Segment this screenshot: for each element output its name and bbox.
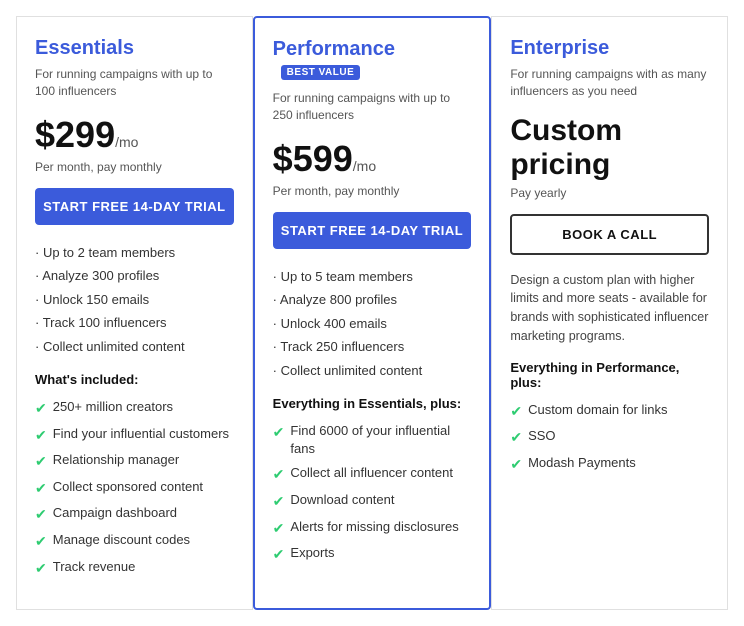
bullet-feature: Track 250 influencers (273, 335, 472, 359)
cta-button-essentials[interactable]: START FREE 14-DAY TRIAL (35, 188, 234, 225)
price-amount-essentials: $299 (35, 114, 115, 155)
check-feature: ✔Find 6000 of your influential fans (273, 419, 472, 461)
included-label-performance: Everything in Essentials, plus: (273, 396, 472, 411)
check-feature-label: Manage discount codes (53, 531, 190, 549)
plan-name-essentials: Essentials (35, 37, 234, 60)
plan-essentials: Essentials For running campaigns with up … (16, 16, 253, 610)
check-icon: ✔ (35, 426, 47, 446)
check-icon: ✔ (510, 455, 522, 475)
bullet-feature: Up to 5 team members (273, 265, 472, 289)
check-icon: ✔ (273, 545, 285, 565)
check-feature-label: Download content (290, 491, 394, 509)
cta-button-performance[interactable]: START FREE 14-DAY TRIAL (273, 212, 472, 249)
plan-name-performance: PerformanceBEST VALUE (273, 38, 472, 84)
check-icon: ✔ (273, 423, 285, 443)
everything-label: Everything in Performance, plus: (510, 360, 709, 390)
bullet-feature: Collect unlimited content (35, 335, 234, 359)
check-feature: ✔ Collect all influencer content (273, 461, 472, 488)
check-icon: ✔ (35, 559, 47, 579)
bullet-feature: Analyze 300 profiles (35, 264, 234, 288)
bullet-feature: Up to 2 team members (35, 241, 234, 265)
check-icon: ✔ (510, 428, 522, 448)
check-icon: ✔ (273, 519, 285, 539)
included-label-essentials: What's included: (35, 372, 234, 387)
bullet-feature: Track 100 influencers (35, 311, 234, 335)
check-icon: ✔ (35, 479, 47, 499)
bullet-features-essentials: Up to 2 team membersAnalyze 300 profiles… (35, 241, 234, 359)
price-note-essentials: Per month, pay monthly (35, 160, 234, 174)
check-icon: ✔ (35, 532, 47, 552)
check-feature: ✔ Manage discount codes (35, 528, 234, 555)
check-feature-label: Exports (290, 544, 334, 562)
check-feature-label: 250+ million creators (53, 398, 173, 416)
bullet-feature: Analyze 800 profiles (273, 288, 472, 312)
check-feature: ✔ Exports (273, 541, 472, 568)
check-feature: ✔Alerts for missing disclosures (273, 515, 472, 542)
pricing-container: Essentials For running campaigns with up … (0, 0, 744, 626)
plan-enterprise: Enterprise For running campaigns with as … (491, 16, 728, 610)
check-icon: ✔ (35, 505, 47, 525)
price-note-enterprise: Pay yearly (510, 186, 709, 200)
enterprise-check-feature: ✔ Custom domain for links (510, 398, 709, 425)
bullet-feature: Unlock 150 emails (35, 288, 234, 312)
check-feature-label: Collect sponsored content (53, 478, 203, 496)
check-icon: ✔ (273, 492, 285, 512)
check-feature: ✔ Collect sponsored content (35, 475, 234, 502)
check-icon: ✔ (510, 402, 522, 422)
plan-subtitle-performance: For running campaigns with up to 250 inf… (273, 90, 472, 124)
plan-subtitle-enterprise: For running campaigns with as many influ… (510, 66, 709, 100)
plan-performance: PerformanceBEST VALUE For running campaig… (253, 16, 492, 610)
check-feature: ✔ 250+ million creators (35, 395, 234, 422)
cta-button-enterprise[interactable]: BOOK A CALL (510, 214, 709, 255)
bullet-feature: Unlock 400 emails (273, 312, 472, 336)
bullet-feature: Collect unlimited content (273, 359, 472, 383)
check-features-performance: ✔Find 6000 of your influential fans✔Coll… (273, 419, 472, 568)
check-icon: ✔ (35, 399, 47, 419)
check-feature-label: Collect all influencer content (290, 464, 453, 482)
plan-subtitle-essentials: For running campaigns with up to 100 inf… (35, 66, 234, 100)
check-feature: ✔ Download content (273, 488, 472, 515)
check-feature: ✔ Track revenue (35, 555, 234, 582)
check-feature: ✔ Relationship manager (35, 448, 234, 475)
check-feature-label: Campaign dashboard (53, 504, 177, 522)
check-icon: ✔ (35, 452, 47, 472)
check-feature: ✔ Campaign dashboard (35, 501, 234, 528)
check-icon: ✔ (273, 465, 285, 485)
plan-name-enterprise: Enterprise (510, 37, 709, 60)
enterprise-check-feature-label: Custom domain for links (528, 401, 667, 419)
plan-badge-performance: BEST VALUE (281, 65, 361, 80)
enterprise-check-features: ✔ Custom domain for links ✔ SSO ✔ Modash Paym… (510, 398, 709, 478)
enterprise-check-feature-label: Modash Payments (528, 454, 636, 472)
bullet-features-performance: Up to 5 team membersAnalyze 800 profiles… (273, 265, 472, 383)
price-note-performance: Per month, pay monthly (273, 184, 472, 198)
price-unit-performance: /mo (353, 158, 376, 174)
enterprise-check-feature: ✔ SSO (510, 424, 709, 451)
check-features-essentials: ✔ 250+ million creators ✔ Find your influen… (35, 395, 234, 581)
check-feature: ✔ Find your influential customers (35, 422, 234, 449)
check-feature-label: Find your influential customers (53, 425, 229, 443)
check-feature-label: Find 6000 of your influential fans (290, 422, 471, 458)
plan-price-performance: $599/mo (273, 138, 472, 180)
plan-price-essentials: $299/mo (35, 114, 234, 156)
plan-custom-price-enterprise: Custom pricing (510, 114, 709, 182)
check-feature-label: Track revenue (53, 558, 136, 576)
price-unit-essentials: /mo (115, 134, 138, 150)
check-feature-label: Relationship manager (53, 451, 179, 469)
enterprise-check-feature-label: SSO (528, 427, 555, 445)
enterprise-check-feature: ✔ Modash Payments (510, 451, 709, 478)
price-amount-performance: $599 (273, 138, 353, 179)
enterprise-desc: Design a custom plan with higher limits … (510, 271, 709, 346)
